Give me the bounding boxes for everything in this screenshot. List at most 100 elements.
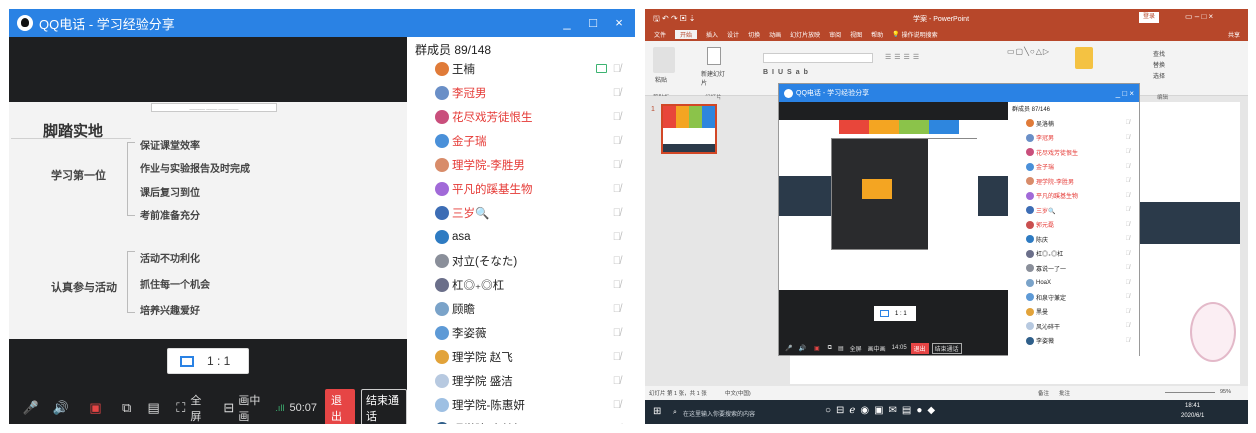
member-row[interactable]: 平凡的蹊基生物 🎙̸ bbox=[1008, 189, 1139, 203]
speaker-icon[interactable]: 🔊 bbox=[53, 400, 69, 416]
member-row[interactable]: 陈庆 🎙̸ bbox=[1008, 232, 1139, 246]
member-row[interactable]: 对立(そなた) 🎙̸ bbox=[407, 250, 635, 271]
exit-button[interactable]: 退出 bbox=[910, 342, 929, 354]
close-button[interactable]: × bbox=[607, 9, 631, 37]
select-button[interactable]: 选择 bbox=[1153, 71, 1165, 80]
member-row[interactable]: 杠◎₊◎杠 🎙̸ bbox=[407, 274, 635, 295]
member-row[interactable]: 寡说一了一 🎙̸ bbox=[1008, 261, 1139, 275]
member-row[interactable]: 杠◎₊◎杠 🎙̸ bbox=[1008, 247, 1139, 261]
mic-muted-icon: 🎙̸ bbox=[612, 254, 621, 267]
member-row[interactable]: 理学院 赵飞 🎙̸ bbox=[407, 346, 635, 367]
mic-muted-icon[interactable]: 🎤 bbox=[23, 400, 39, 416]
window-controls[interactable]: ▭ – □ × bbox=[1185, 12, 1213, 21]
member-row[interactable]: 理学院-陈惠妍 🎙̸ bbox=[407, 394, 635, 415]
mic-muted-icon[interactable]: 🎤 bbox=[785, 345, 792, 352]
member-row[interactable]: 金子瑞 🎙̸ bbox=[407, 130, 635, 151]
find-button[interactable]: 查找 bbox=[1153, 49, 1165, 58]
notes-button[interactable]: 备注 bbox=[1038, 389, 1049, 397]
member-row[interactable]: 理学院-李胜男 🎙̸ bbox=[1008, 174, 1139, 188]
comments-button[interactable]: 批注 bbox=[1059, 389, 1070, 397]
shapes-gallery[interactable]: ▭▢╲○△▷ bbox=[1007, 47, 1067, 77]
pip-button[interactable]: 画中画 bbox=[868, 344, 886, 353]
menu-review[interactable]: 审阅 bbox=[829, 30, 841, 39]
tell-me-search[interactable]: 操作说明搜索 bbox=[902, 30, 938, 39]
member-row[interactable]: 李姿薇 🎙̸ bbox=[1008, 334, 1139, 348]
member-row[interactable]: 三岁🔍 🎙̸ bbox=[1008, 203, 1139, 217]
pip-icon[interactable]: ⊟ bbox=[222, 400, 235, 416]
font-format-buttons[interactable]: BIUSab bbox=[763, 69, 873, 79]
member-row[interactable]: 风沁碎干 🎙̸ bbox=[1008, 319, 1139, 333]
menu-view[interactable]: 视图 bbox=[850, 30, 862, 39]
member-row[interactable]: 郭元磊 🎙̸ bbox=[1008, 218, 1139, 232]
member-row[interactable]: 吴洛楠 🎙̸ bbox=[1008, 116, 1139, 130]
arrange-icon[interactable] bbox=[1075, 47, 1093, 69]
member-row[interactable]: 理学院-李懿恒 🎙̸ bbox=[407, 418, 635, 424]
member-row[interactable]: 金子瑞 🎙̸ bbox=[1008, 160, 1139, 174]
taskbar-search-input[interactable]: 在这里输入你要搜索的内容 bbox=[683, 409, 755, 418]
slide-thumbnail[interactable] bbox=[661, 104, 717, 154]
menu-help[interactable]: 帮助 bbox=[871, 30, 883, 39]
nested-ratio-button[interactable]: 1 : 1 bbox=[874, 306, 916, 321]
member-row[interactable]: 王楠 🎙̸ bbox=[407, 58, 635, 79]
member-row[interactable]: asa 🎙̸ bbox=[407, 226, 635, 247]
member-row[interactable]: HoaX 🎙̸ bbox=[1008, 276, 1139, 290]
login-button[interactable]: 登录 bbox=[1139, 12, 1159, 23]
slide-node: 学习第一位 bbox=[51, 170, 106, 182]
taskbar-app-icons[interactable]: ○⊟ℯ◉▣✉▤●◆ bbox=[825, 405, 940, 416]
member-row[interactable]: 和泉守兼定 🎙̸ bbox=[1008, 290, 1139, 304]
save-icon[interactable]: 🖫 ↶ ↷ ▣ ⇣ bbox=[653, 13, 696, 27]
fullscreen-icon[interactable]: ⛶ bbox=[174, 400, 187, 416]
member-row[interactable]: 花尽戏芳徒恨生 🎙̸ bbox=[1008, 145, 1139, 159]
whiteboard-icon[interactable]: ▤ bbox=[147, 400, 160, 416]
member-row[interactable]: 理学院 盛洁 🎙̸ bbox=[407, 370, 635, 391]
search-icon[interactable]: ⌕ bbox=[673, 409, 677, 417]
member-row[interactable]: 三岁🔍 🎙̸ bbox=[407, 202, 635, 223]
menu-insert[interactable]: 插入 bbox=[706, 30, 718, 39]
nested-window-controls[interactable]: _ □ × bbox=[1116, 89, 1134, 98]
member-name: 李冠男 bbox=[1036, 136, 1055, 142]
share-button[interactable]: 共享 bbox=[1228, 30, 1240, 39]
windows-start-icon[interactable]: ⊞ bbox=[653, 406, 661, 417]
share-screen-icon[interactable]: ⧉ bbox=[120, 400, 133, 416]
paste-icon[interactable] bbox=[653, 47, 675, 73]
avatar bbox=[1026, 133, 1034, 142]
menu-file[interactable]: 文件 bbox=[654, 30, 666, 39]
replace-button[interactable]: 替换 bbox=[1153, 60, 1165, 69]
camera-off-icon[interactable]: ▣ bbox=[814, 345, 820, 352]
new-slide-icon[interactable] bbox=[707, 47, 721, 65]
mic-muted-icon: 🎙̸ bbox=[1125, 294, 1131, 300]
member-name: 风沁碎干 bbox=[1036, 324, 1061, 331]
pip-button[interactable]: 画中画 bbox=[238, 392, 265, 424]
new-slide-button[interactable]: 新建幻灯片 bbox=[701, 69, 729, 87]
zoom-slider[interactable] bbox=[1165, 392, 1215, 393]
member-row[interactable]: 顾瞻 🎙̸ bbox=[407, 298, 635, 319]
menu-animation[interactable]: 动画 bbox=[769, 30, 781, 39]
aspect-ratio-button[interactable]: 1 : 1 bbox=[167, 348, 249, 374]
font-name-select[interactable] bbox=[763, 53, 873, 63]
exit-button[interactable]: 退出 bbox=[324, 388, 355, 424]
minimize-button[interactable]: _ bbox=[555, 9, 579, 37]
member-row[interactable]: 李冠男 🎙̸ bbox=[407, 82, 635, 103]
end-call-button[interactable]: 结束通话 bbox=[931, 342, 962, 354]
speaker-icon[interactable]: 🔊 bbox=[798, 345, 805, 352]
end-call-button[interactable]: 结束通话 bbox=[360, 388, 407, 424]
member-row[interactable]: 李姿薇 🎙̸ bbox=[407, 322, 635, 343]
whiteboard-icon[interactable]: ▤ bbox=[838, 345, 844, 352]
menu-design[interactable]: 设计 bbox=[727, 30, 739, 39]
member-row[interactable]: 花尽戏芳徒恨生 🎙̸ bbox=[407, 106, 635, 127]
member-row[interactable]: 李冠男 🎙̸ bbox=[1008, 131, 1139, 145]
member-row[interactable]: 理学院-李胜男 🎙̸ bbox=[407, 154, 635, 175]
camera-off-icon[interactable]: ▣ bbox=[89, 400, 102, 416]
paragraph-buttons[interactable]: ☰☰☰☰ bbox=[885, 53, 985, 63]
menu-home[interactable]: 开始 bbox=[675, 29, 698, 39]
mic-muted-icon: 🎙̸ bbox=[1125, 250, 1131, 257]
fullscreen-button[interactable]: 全屏 bbox=[850, 344, 862, 353]
fullscreen-button[interactable]: 全屏 bbox=[190, 392, 208, 424]
paste-button[interactable]: 粘贴 bbox=[655, 75, 667, 84]
menu-transition[interactable]: 切换 bbox=[748, 30, 760, 39]
maximize-button[interactable]: □ bbox=[581, 9, 605, 37]
share-screen-icon[interactable]: ⧉ bbox=[828, 345, 832, 352]
menu-slideshow[interactable]: 幻灯片放映 bbox=[790, 30, 820, 39]
member-row[interactable]: 平凡的蹊基生物 🎙̸ bbox=[407, 178, 635, 199]
member-row[interactable]: 黑曼 🎙̸ bbox=[1008, 305, 1139, 319]
